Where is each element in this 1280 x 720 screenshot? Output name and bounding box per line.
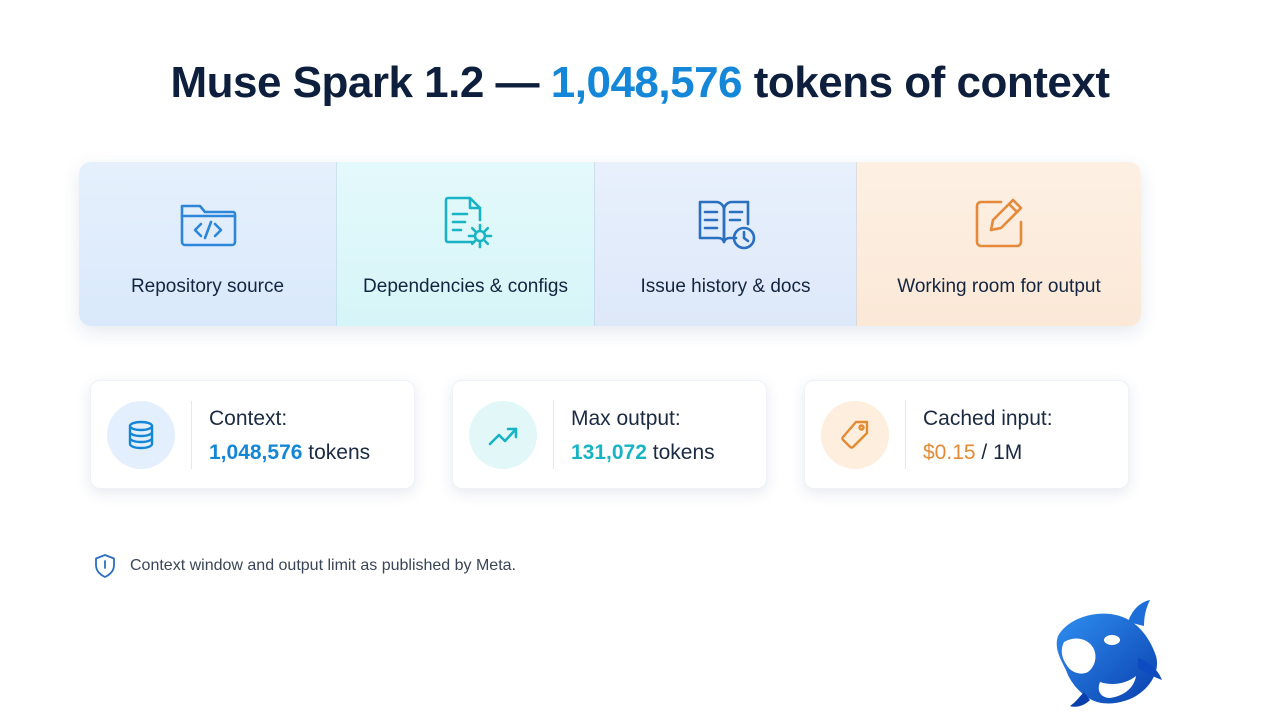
stat-icon-circle: [107, 401, 175, 469]
page-title: Muse Spark 1.2 — 1,048,576 tokens of con…: [0, 58, 1280, 108]
stat-label: Context:: [209, 407, 288, 430]
stat-value-number: $0.15: [923, 441, 976, 464]
segment-issue-history-docs: Issue history & docs: [594, 162, 856, 326]
shield-icon: [95, 554, 115, 578]
stat-card-max-output: Max output: 131,072 tokens: [452, 380, 767, 489]
stat-label: Cached input:: [923, 407, 1053, 430]
book-clock-icon: [698, 200, 755, 250]
footnote-text: Context window and output limit as publi…: [130, 557, 516, 574]
stat-value: 131,072 tokens: [571, 441, 715, 465]
segment-label: Working room for output: [897, 276, 1101, 297]
stat-value-unit: tokens: [646, 441, 715, 464]
segment-working-room-output: Working room for output: [856, 162, 1141, 326]
stat-label: Max output:: [571, 407, 681, 430]
stat-card-context: Context: 1,048,576 tokens: [90, 380, 415, 489]
stat-text: Cached input: $0.15 / 1M: [923, 407, 1053, 465]
stat-icon-circle: [469, 401, 537, 469]
stat-text: Max output: 131,072 tokens: [571, 407, 715, 465]
database-icon: [128, 420, 154, 450]
context-segments-bar: Repository source Dependencies & configs…: [79, 162, 1141, 326]
title-suffix: tokens of context: [742, 58, 1110, 107]
stat-icon-circle: [821, 401, 889, 469]
stat-divider: [905, 401, 906, 469]
stat-card-cached-input: Cached input: $0.15 / 1M: [804, 380, 1129, 489]
footnote: Context window and output limit as publi…: [92, 553, 516, 579]
stat-divider: [191, 401, 192, 469]
title-prefix: Muse Spark 1.2 —: [170, 58, 551, 107]
stat-text: Context: 1,048,576 tokens: [209, 407, 370, 465]
orca-mascot-icon: [1056, 600, 1162, 707]
stat-value-unit: / 1M: [975, 441, 1023, 464]
stat-value-number: 1,048,576: [209, 441, 303, 464]
code-folder-icon: [180, 204, 236, 247]
segment-dependencies-configs: Dependencies & configs: [336, 162, 594, 326]
trend-up-icon: [488, 427, 518, 446]
segment-label: Repository source: [130, 276, 285, 297]
stat-divider: [553, 401, 554, 469]
segment-label: Dependencies & configs: [363, 276, 568, 297]
stat-value: $0.15 / 1M: [923, 441, 1053, 465]
segment-label: Issue history & docs: [640, 276, 811, 297]
edit-pencil-icon: [975, 198, 1023, 248]
segment-repository-source: Repository source: [79, 162, 336, 326]
title-highlight: 1,048,576: [550, 58, 743, 107]
price-tag-icon: [841, 420, 869, 449]
stat-value: 1,048,576 tokens: [209, 441, 370, 465]
stat-value-number: 131,072: [571, 441, 647, 464]
stat-value-unit: tokens: [302, 441, 371, 464]
document-gear-icon: [444, 196, 492, 249]
